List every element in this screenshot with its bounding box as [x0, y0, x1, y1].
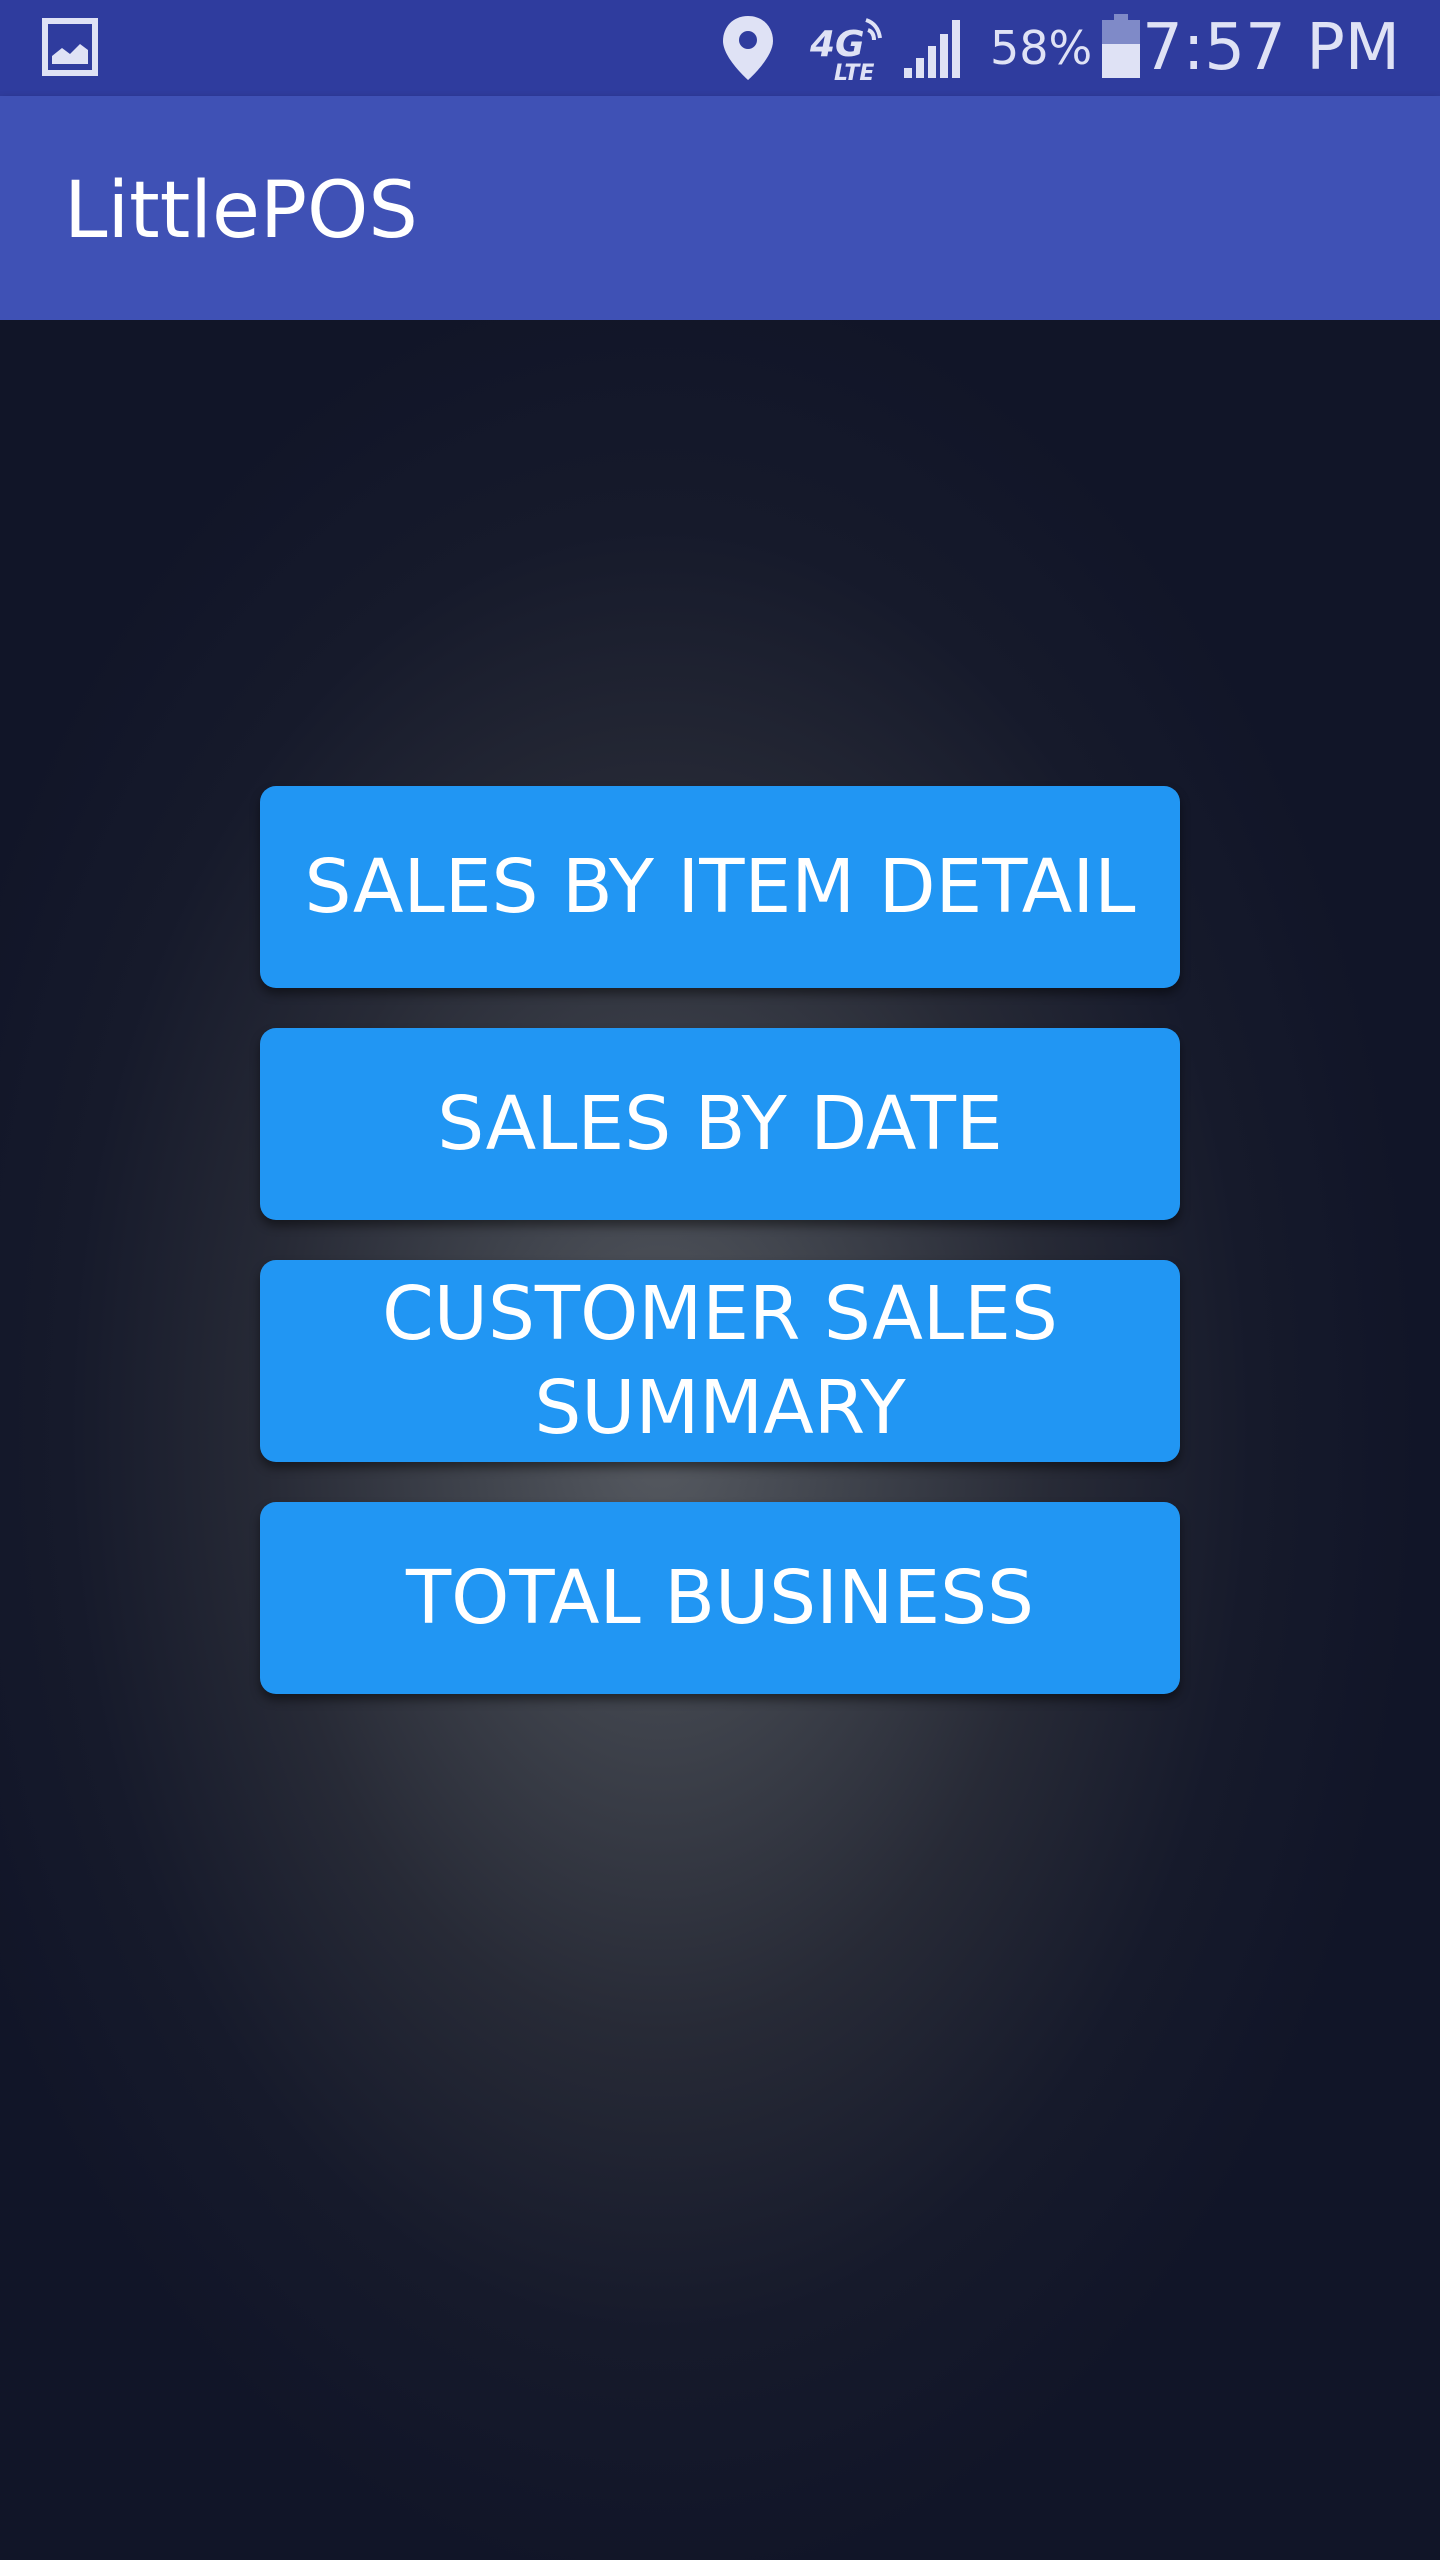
svg-text:4G: 4G: [809, 24, 865, 65]
app-title: LittlePOS: [64, 166, 418, 256]
total-business-label: TOTAL BUSINESS: [405, 1555, 1035, 1641]
customer-sales-summary-label: CUSTOMER SALES SUMMARY: [382, 1271, 1058, 1451]
battery-percent: 58%: [990, 21, 1093, 75]
sales-by-date-label: SALES BY DATE: [437, 1081, 1003, 1167]
sales-by-item-detail-label: SALES BY ITEM DETAIL: [304, 844, 1136, 930]
customer-sales-summary-button[interactable]: CUSTOMER SALES SUMMARY: [260, 1260, 1180, 1462]
screen: 4G LTE 58% 7:57 PM LittlePOS SALES BY IT…: [0, 0, 1440, 2560]
report-menu: SALES BY ITEM DETAIL SALES BY DATE CUSTO…: [0, 320, 1440, 2560]
status-bar: 4G LTE 58% 7:57 PM: [0, 0, 1440, 96]
gallery-icon: [42, 18, 98, 76]
status-clock: 7:57 PM: [1142, 11, 1400, 85]
app-bar: LittlePOS: [0, 96, 1440, 320]
sales-by-item-detail-button[interactable]: SALES BY ITEM DETAIL: [260, 786, 1180, 988]
total-business-button[interactable]: TOTAL BUSINESS: [260, 1502, 1180, 1694]
battery-icon: [1102, 14, 1140, 78]
sales-by-date-button[interactable]: SALES BY DATE: [260, 1028, 1180, 1220]
location-icon: [723, 16, 773, 80]
signal-icon: [904, 20, 960, 78]
4g-lte-icon: 4G LTE: [809, 18, 882, 82]
svg-text:LTE: LTE: [834, 61, 874, 82]
